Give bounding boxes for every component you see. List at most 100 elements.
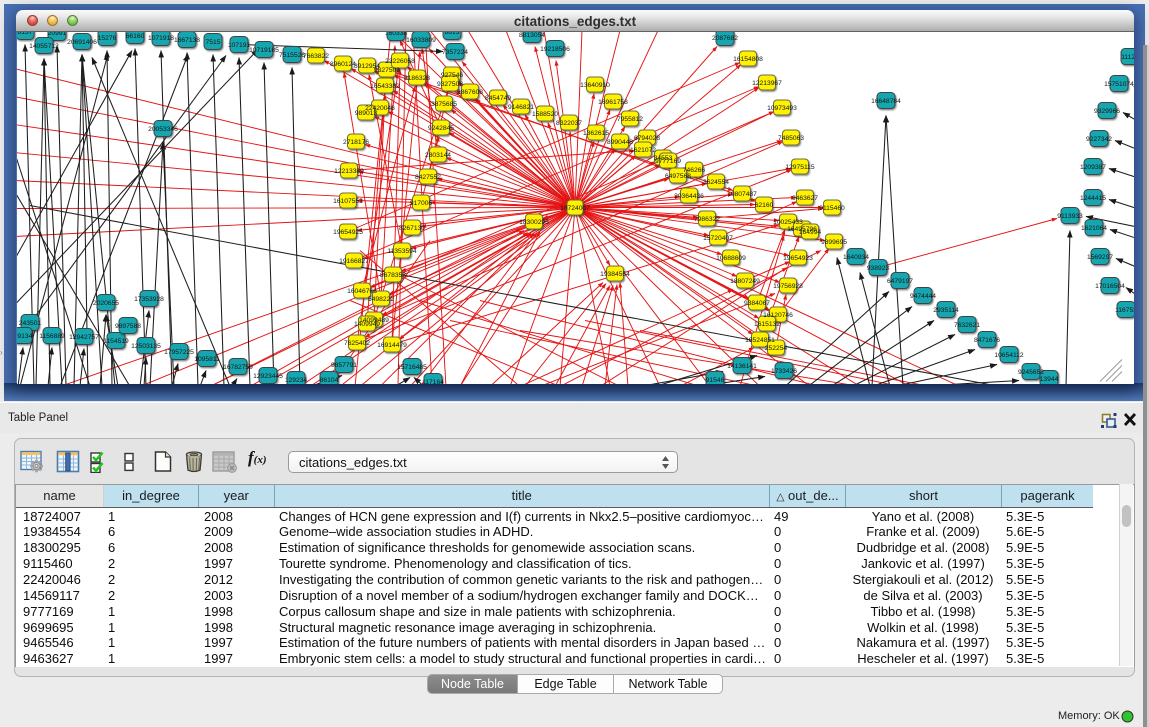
svg-text:2867608: 2867608 [457, 89, 483, 96]
svg-text:252254: 252254 [765, 345, 788, 352]
svg-text:8990448: 8990448 [607, 139, 633, 146]
svg-text:16961758: 16961758 [598, 99, 628, 106]
svg-text:9146821: 9146821 [508, 104, 534, 111]
svg-text:3624554: 3624554 [703, 179, 729, 186]
svg-text:1621064: 1621064 [1081, 225, 1107, 232]
svg-text:9115460: 9115460 [819, 205, 845, 212]
svg-text:6794028: 6794028 [634, 135, 660, 142]
svg-text:91546: 91546 [706, 377, 725, 384]
svg-text:18524851: 18524851 [745, 337, 775, 344]
svg-text:1588520: 1588520 [532, 111, 558, 118]
svg-text:16033809: 16033809 [406, 37, 436, 44]
svg-text:164994: 164994 [799, 229, 822, 236]
svg-text:1640934: 1640934 [843, 254, 869, 261]
svg-text:11353594: 11353594 [387, 248, 417, 255]
svg-text:18724007: 18724007 [560, 205, 590, 212]
svg-text:1409949: 1409949 [354, 321, 380, 328]
svg-text:8186328: 8186328 [404, 75, 430, 82]
svg-text:8813: 8813 [445, 32, 460, 36]
svg-text:15720407: 15720407 [703, 235, 733, 242]
svg-text:18807249: 18807249 [730, 278, 760, 285]
svg-text:9242845: 9242845 [428, 125, 454, 132]
svg-text:7986322: 7986322 [694, 216, 720, 223]
svg-text:19756928: 19756928 [773, 283, 803, 290]
svg-text:917006: 917006 [410, 200, 433, 207]
svg-text:8471676: 8471676 [974, 337, 1000, 344]
svg-text:1095811: 1095811 [194, 356, 220, 363]
svg-text:7632621: 7632621 [954, 322, 980, 329]
svg-text:11123: 11123 [1121, 54, 1134, 61]
svg-text:7515: 7515 [206, 39, 221, 46]
svg-text:2803144: 2803144 [425, 152, 451, 159]
svg-text:14136141: 14136141 [727, 363, 757, 370]
svg-text:116753: 116753 [1115, 307, 1134, 314]
svg-text:2935114: 2935114 [933, 307, 959, 314]
svg-text:10654112: 10654112 [994, 352, 1024, 359]
svg-text:19654925: 19654925 [333, 229, 363, 236]
svg-text:15716485: 15716485 [397, 364, 427, 371]
svg-text:1156889: 1156889 [39, 333, 65, 340]
svg-text:160338: 160338 [385, 32, 408, 37]
svg-text:7955812: 7955812 [617, 116, 643, 123]
svg-text:8427552: 8427552 [415, 174, 441, 181]
svg-text:2718176: 2718176 [343, 139, 369, 146]
svg-text:10025433: 10025433 [773, 219, 803, 226]
svg-text:7625402: 7625402 [344, 340, 370, 347]
svg-text:19654923: 19654923 [783, 255, 813, 262]
svg-text:117164: 117164 [422, 379, 444, 384]
svg-text:16782759: 16782759 [223, 364, 253, 371]
svg-text:8137: 8137 [18, 32, 33, 36]
svg-text:16154808: 16154808 [733, 56, 763, 63]
svg-text:7485063: 7485063 [778, 135, 804, 142]
svg-text:8813054: 8813054 [519, 32, 545, 39]
svg-text:6479197: 6479197 [887, 278, 913, 285]
svg-text:1244415: 1244415 [1080, 195, 1106, 202]
svg-text:1362615: 1362615 [583, 130, 609, 137]
svg-text:9327508: 9327508 [437, 81, 463, 88]
svg-text:16648784: 16648784 [871, 98, 901, 105]
svg-text:1615132: 1615132 [754, 321, 780, 328]
svg-text:12942757: 12942757 [69, 334, 99, 341]
svg-text:3875685: 3875685 [431, 101, 457, 108]
svg-text:9384067: 9384067 [744, 300, 770, 307]
svg-text:8267130: 8267130 [399, 225, 425, 232]
svg-text:16543382: 16543382 [370, 83, 400, 90]
svg-text:19384554: 19384554 [600, 271, 630, 278]
svg-text:20364436: 20364436 [674, 193, 704, 200]
svg-text:7515526: 7515526 [279, 52, 305, 59]
svg-text:8322037: 8322037 [556, 120, 582, 127]
svg-text:12213967: 12213967 [752, 80, 782, 87]
svg-text:9897588: 9897588 [115, 323, 141, 330]
svg-text:129234: 129234 [285, 377, 308, 384]
svg-text:8960124: 8960124 [330, 61, 356, 68]
svg-text:9327503: 9327503 [374, 67, 400, 74]
svg-text:8678352: 8678352 [380, 272, 406, 279]
svg-text:8454749: 8454749 [485, 95, 511, 102]
svg-text:16914479: 16914479 [377, 342, 407, 349]
svg-text:17957225: 17957225 [164, 349, 194, 356]
svg-text:2087682: 2087682 [712, 35, 738, 42]
svg-text:7357224: 7357224 [442, 49, 468, 56]
svg-text:1569297: 1569297 [1087, 254, 1113, 261]
svg-text:6497568: 6497568 [665, 173, 691, 180]
svg-text:20053346: 20053346 [148, 126, 178, 133]
svg-text:9227342: 9227342 [1086, 136, 1112, 143]
svg-text:66160: 66160 [126, 33, 145, 40]
svg-text:9474444: 9474444 [910, 293, 936, 300]
svg-text:13944: 13944 [1040, 376, 1059, 383]
svg-text:14055712: 14055712 [29, 43, 59, 50]
svg-text:10807487: 10807487 [727, 191, 757, 198]
svg-text:10719185: 10719185 [249, 47, 279, 54]
svg-text:243501: 243501 [19, 320, 42, 327]
svg-text:12503135: 12503135 [131, 343, 161, 350]
svg-text:9777169: 9777169 [655, 158, 681, 165]
svg-text:938923: 938923 [867, 265, 890, 272]
svg-text:86104: 86104 [320, 377, 339, 384]
svg-text:1209387: 1209387 [1080, 164, 1106, 171]
svg-text:1733426: 1733426 [771, 368, 797, 375]
svg-text:1071918: 1071918 [148, 35, 174, 42]
svg-text:9463627: 9463627 [792, 195, 818, 202]
svg-text:2020655: 2020655 [93, 300, 119, 307]
svg-text:15751074: 15751074 [1104, 81, 1134, 88]
svg-text:1621072: 1621072 [630, 147, 656, 154]
